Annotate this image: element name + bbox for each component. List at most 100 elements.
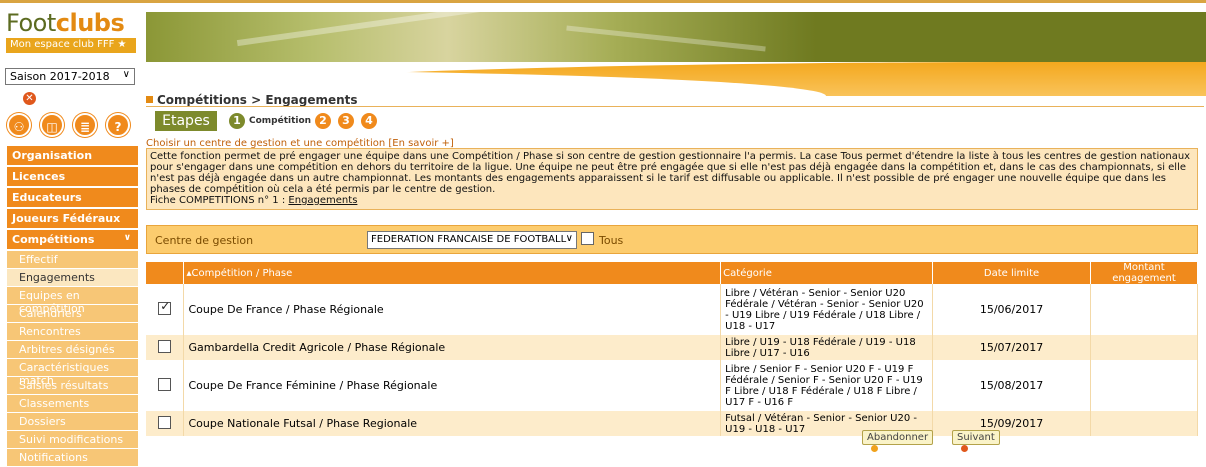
sidebar-subitem-dossiers[interactable]: Dossiers <box>7 413 138 430</box>
etapes-label: Etapes <box>155 111 217 131</box>
help-icon[interactable]: ? <box>106 113 130 137</box>
users-icon[interactable]: ⚇ <box>7 113 31 137</box>
page-title-text: Compétitions > Engagements <box>157 93 358 107</box>
montant-cell <box>1090 411 1198 436</box>
logo-text-clubs: clubs <box>55 9 125 37</box>
categorie-cell: Libre / Senior F - Senior U20 F - U19 F … <box>720 360 934 411</box>
sidebar-subitem-suivi-modifications[interactable]: Suivi modifications <box>7 431 138 448</box>
chevron-down-icon: ∨ <box>122 69 130 80</box>
row-select-cell <box>146 411 185 436</box>
info-text: Cette fonction permet de pré engager une… <box>150 151 1191 195</box>
logo-subtitle: Mon espace club FFF ★ <box>6 38 136 53</box>
sidebar-subitem-engagements[interactable]: Engagements <box>7 269 138 286</box>
sidebar-item-label: Compétitions <box>12 233 95 246</box>
chevron-down-icon: ∨ <box>123 233 131 243</box>
row-select-cell: ✓ <box>146 284 185 335</box>
column-header-montant[interactable]: Montant engagement <box>1090 262 1198 284</box>
row-checkbox[interactable] <box>158 416 172 429</box>
chevron-down-icon: ∨ <box>565 233 573 244</box>
sidebar-subitem-classements[interactable]: Classements <box>7 395 138 412</box>
column-header-date-limite[interactable]: Date limite <box>932 262 1091 284</box>
sidebar-subitem-label: Engagements <box>19 271 95 284</box>
header-banner <box>146 12 1206 62</box>
competition-cell: Gambardella Credit Agricole / Phase Régi… <box>183 335 722 360</box>
sidebar-subitem-label: Dossiers <box>19 415 66 428</box>
sidebar-subitem-label: Effectif <box>19 253 58 266</box>
divider <box>146 106 1204 107</box>
column-header-label: Compétition / Phase <box>191 267 293 279</box>
montant-cell <box>1090 284 1198 335</box>
row-checkbox[interactable] <box>158 378 172 391</box>
step-2[interactable]: 2 <box>315 113 331 129</box>
table-header-row: ▴Compétition / Phase Catégorie Date limi… <box>146 262 1198 284</box>
step-3[interactable]: 3 <box>338 113 354 129</box>
step-current-label: Compétition <box>249 116 312 126</box>
step-1[interactable]: 1 <box>229 113 245 129</box>
date-limite-cell: 15/06/2017 <box>932 284 1091 335</box>
next-button-label: Suivant <box>957 432 995 443</box>
row-checkbox[interactable] <box>158 340 172 353</box>
logo-text-foot: Foot <box>6 9 56 37</box>
competition-cell: Coupe De France Féminine / Phase Régiona… <box>183 360 722 411</box>
next-button[interactable]: Suivant <box>952 430 1000 452</box>
sidebar-subitem-label: Suivi modifications <box>19 433 124 446</box>
sidebar-subitem-caracteristiques-match[interactable]: Caractéristiques match <box>7 359 138 387</box>
fiche-line: Fiche COMPETITIONS n° 1 : Engagements <box>150 195 1194 206</box>
centre-gestion-value: FEDERATION FRANCAISE DE FOOTBALL <box>371 234 567 245</box>
close-icon[interactable]: ✕ <box>23 92 36 105</box>
categorie-cell: Libre / Vétéran - Senior - Senior U20 Fé… <box>720 284 934 335</box>
abandon-button[interactable]: Abandonner <box>862 430 934 452</box>
sidebar-subitem-label: Saisies résultats <box>19 379 109 392</box>
sidebar-subitem-notifications[interactable]: Notifications <box>7 449 138 466</box>
table-row[interactable]: ✓ Coupe De France / Phase Régionale Libr… <box>146 284 1198 335</box>
table-row[interactable]: Coupe De France Féminine / Phase Régiona… <box>146 360 1198 411</box>
montant-cell <box>1090 335 1198 360</box>
top-accent-line <box>0 0 1206 3</box>
sidebar-subitem-effectif[interactable]: Effectif <box>7 251 138 268</box>
sidebar-item-educateurs[interactable]: Educateurs <box>7 188 138 207</box>
competition-cell: Coupe Nationale Futsal / Phase Regionale <box>183 411 722 436</box>
sidebar-subitem-saisies-resultats[interactable]: Saisies résultats <box>7 377 138 394</box>
table-row[interactable]: Gambardella Credit Agricole / Phase Régi… <box>146 335 1198 360</box>
sidebar-subitem-calendriers[interactable]: Calendriers <box>7 305 138 322</box>
info-box: Cette fonction permet de pré engager une… <box>146 148 1198 210</box>
red-dot-icon <box>961 445 968 452</box>
list-icon[interactable]: ≣ <box>73 113 97 137</box>
sidebar-subitem-arbitres-designes[interactable]: Arbitres désignés <box>7 341 138 358</box>
logo-title: Footclubs <box>6 10 140 36</box>
montant-cell <box>1090 360 1198 411</box>
sidebar-item-licences[interactable]: Licences <box>7 167 138 186</box>
sidebar-item-organisation[interactable]: Organisation <box>7 146 138 165</box>
competition-cell: Coupe De France / Phase Régionale <box>183 284 722 335</box>
star-icon: ★ <box>117 39 127 50</box>
column-header-categorie[interactable]: Catégorie <box>720 262 934 284</box>
sidebar-subitem-rencontres[interactable]: Rencontres <box>7 323 138 340</box>
sidebar-subitem-equipes-en-competition[interactable]: Equipes en compétition <box>7 287 138 315</box>
sidebar-item-competitions[interactable]: Compétitions ∨ <box>7 230 138 249</box>
sidebar-item-label: Joueurs Fédéraux <box>12 212 121 225</box>
footclubs-logo[interactable]: Footclubs Mon espace club FFF ★ <box>6 10 140 62</box>
season-select[interactable]: Saison 2017-2018 ∨ <box>5 68 135 85</box>
centre-gestion-label: Centre de gestion <box>155 234 254 247</box>
sidebar-item-label: Licences <box>12 170 66 183</box>
filter-bar: Centre de gestion FEDERATION FRANCAISE D… <box>146 225 1198 254</box>
sidebar-item-joueurs-federaux[interactable]: Joueurs Fédéraux <box>7 209 138 228</box>
step-4[interactable]: 4 <box>361 113 377 129</box>
row-select-cell <box>146 335 185 360</box>
fiche-link[interactable]: Engagements <box>288 195 357 206</box>
sidebar-subitem-label: Classements <box>19 397 90 410</box>
file-search-icon[interactable]: ◫ <box>40 113 64 137</box>
row-select-cell <box>146 360 185 411</box>
sidebar-nav: Organisation Licences Educateurs Joueurs… <box>7 146 138 467</box>
table-row[interactable]: Coupe Nationale Futsal / Phase Regionale… <box>146 411 1198 436</box>
sidebar-subitem-label: Arbitres désignés <box>19 343 115 356</box>
season-select-value: Saison 2017-2018 <box>10 70 110 83</box>
row-checkbox[interactable]: ✓ <box>158 300 172 315</box>
column-header-competition[interactable]: ▴Compétition / Phase <box>183 262 722 284</box>
square-bullet-icon <box>146 96 153 103</box>
tous-checkbox[interactable] <box>581 232 594 245</box>
date-limite-cell: 15/08/2017 <box>932 360 1091 411</box>
centre-gestion-select[interactable]: FEDERATION FRANCAISE DE FOOTBALL ∨ <box>367 231 577 249</box>
competitions-table: ▴Compétition / Phase Catégorie Date limi… <box>146 262 1198 436</box>
sidebar-subitem-label: Rencontres <box>19 325 81 338</box>
